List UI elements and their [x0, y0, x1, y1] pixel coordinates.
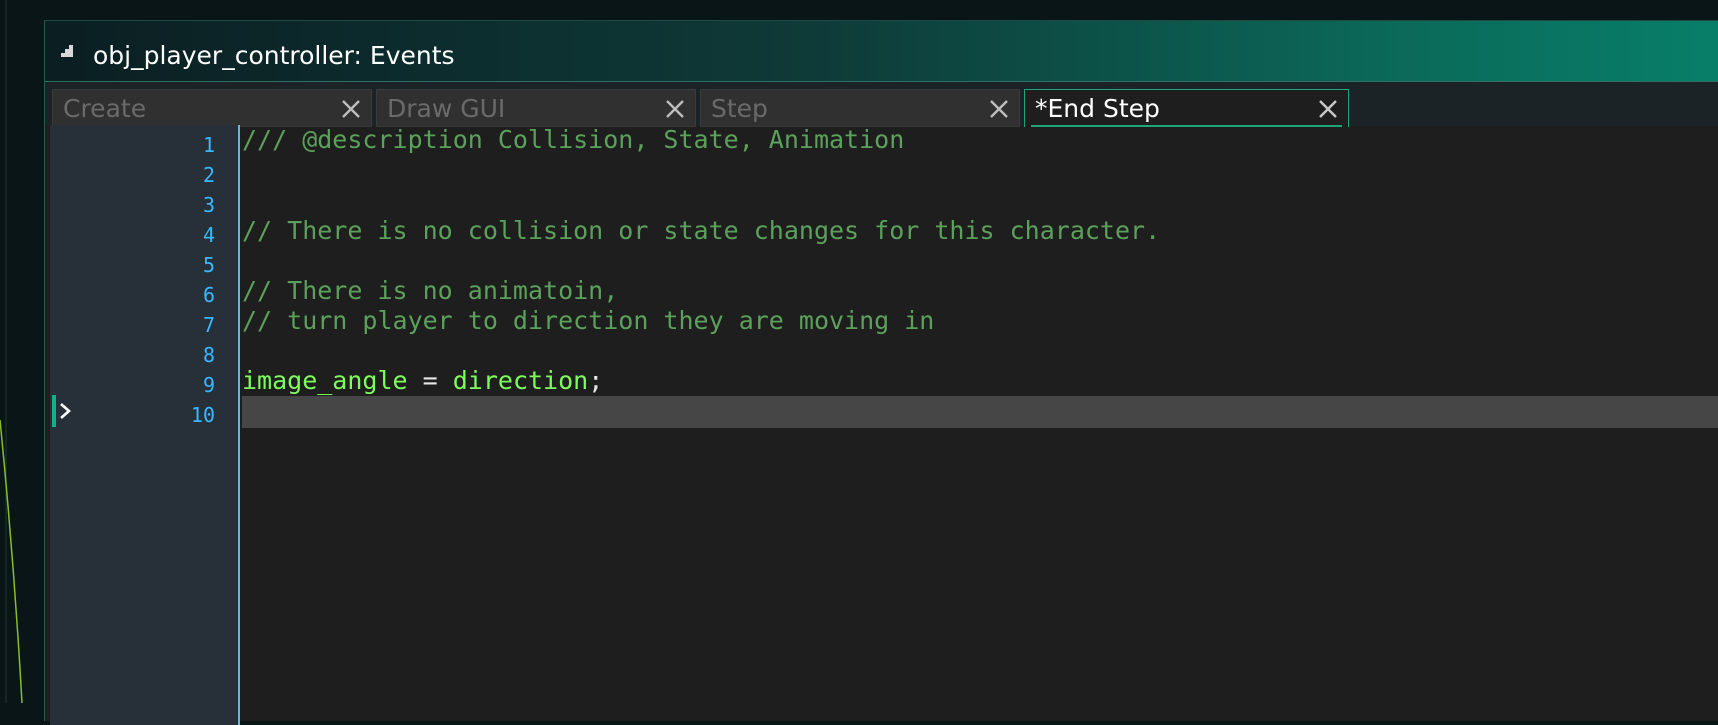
line-number: 1: [202, 133, 215, 157]
chevron-right-icon: [60, 403, 71, 419]
tab-label: Step: [711, 94, 768, 123]
event-tab-bar: Create Draw GUI Step *End Step: [45, 81, 1718, 127]
tab-label: *End Step: [1035, 94, 1160, 123]
code-line-7: // turn player to direction they are mov…: [242, 306, 935, 335]
event-editor-icon: [61, 45, 73, 57]
object-events-window: obj_player_controller: Events Create Dra…: [44, 20, 1718, 725]
line-number: 10: [190, 403, 215, 427]
assignment-operator: =: [407, 366, 453, 395]
code-line-4: // There is no collision or state change…: [242, 216, 1161, 245]
line-number-gutter[interactable]: 1 2 3 4 5 6 7 8 9 10: [50, 125, 240, 725]
line-number: 9: [202, 373, 215, 397]
window-title: obj_player_controller: Events: [93, 41, 455, 70]
tab-create[interactable]: Create: [52, 89, 372, 127]
variable-direction: direction: [452, 366, 589, 395]
statement-terminator: ;: [588, 366, 604, 395]
current-line-marker-bar: [52, 395, 56, 427]
line-number: 5: [202, 253, 215, 277]
tab-label: Create: [63, 94, 147, 123]
tab-step[interactable]: Step: [700, 89, 1020, 127]
line-number: 6: [202, 283, 215, 307]
tab-label: Draw GUI: [387, 94, 506, 123]
code-line-1: /// @description Collision, State, Anima…: [242, 125, 905, 154]
line-number: 4: [202, 223, 215, 247]
code-editor[interactable]: /// @description Collision, State, Anima…: [242, 125, 1718, 725]
close-icon[interactable]: [1316, 97, 1340, 121]
code-line-6: // There is no animatoin,: [242, 276, 619, 305]
tab-draw-gui[interactable]: Draw GUI: [376, 89, 696, 127]
current-line-highlight: [242, 396, 1718, 428]
line-number: 2: [202, 163, 215, 187]
close-icon[interactable]: [663, 97, 687, 121]
close-icon[interactable]: [987, 97, 1011, 121]
code-line-9: image_angle = direction;: [242, 366, 1718, 396]
window-titlebar[interactable]: obj_player_controller: Events: [45, 21, 1718, 81]
line-number: 8: [202, 343, 215, 367]
close-icon[interactable]: [339, 97, 363, 121]
line-number: 3: [202, 193, 215, 217]
tab-end-step[interactable]: *End Step: [1024, 89, 1349, 127]
line-number: 7: [202, 313, 215, 337]
variable-image-angle: image_angle: [242, 366, 408, 395]
